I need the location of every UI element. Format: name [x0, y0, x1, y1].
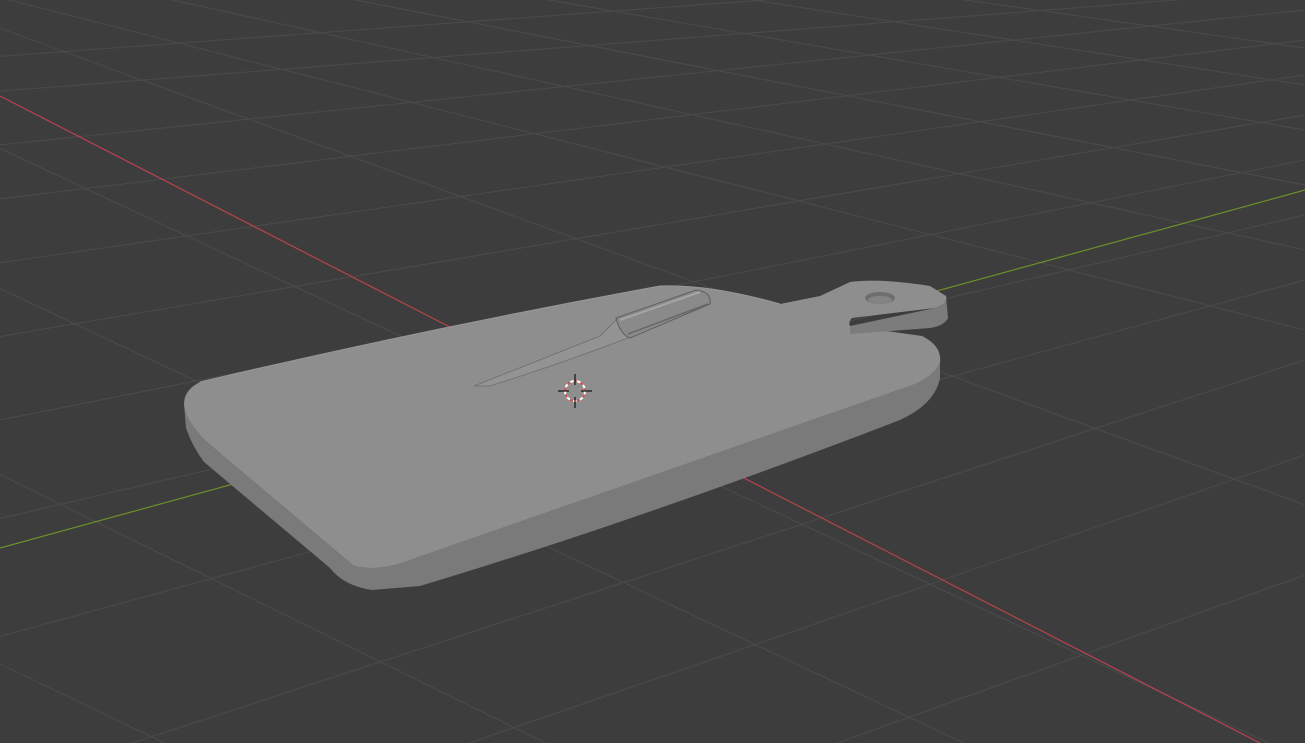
viewport-canvas[interactable] — [0, 0, 1305, 743]
3d-viewport[interactable] — [0, 0, 1305, 743]
